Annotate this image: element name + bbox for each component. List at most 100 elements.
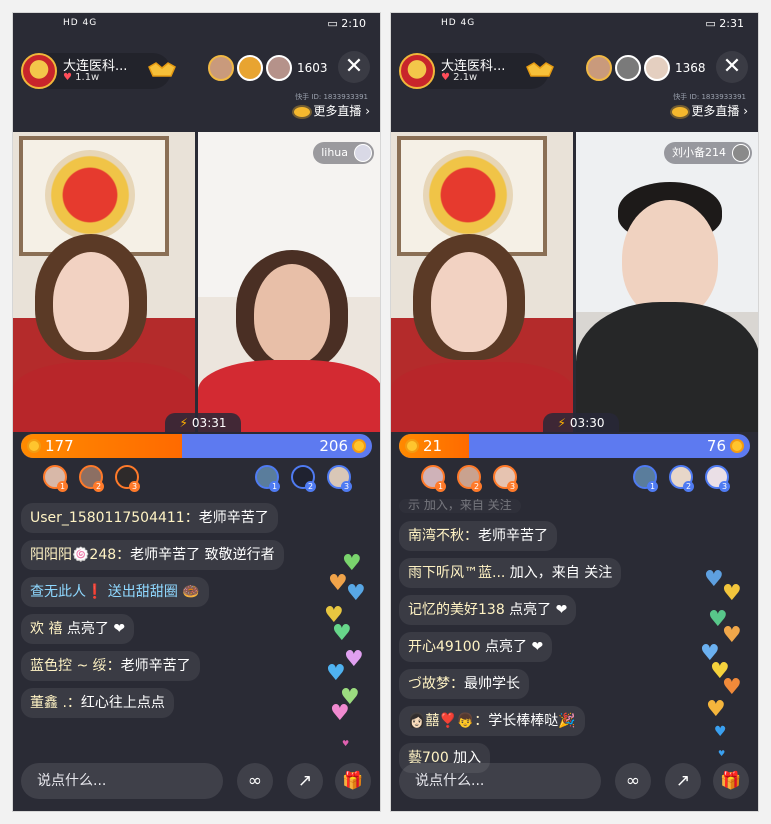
gift-button[interactable]: 🎁 xyxy=(335,763,371,799)
chat-message[interactable]: 董鑫 .：红心往上点点 xyxy=(21,688,174,718)
pk-bolt-icon: ⚡ xyxy=(557,416,566,430)
battery-icon: ▭ xyxy=(705,17,720,30)
heart-icon: ♥ xyxy=(332,621,352,646)
viewer-avatar[interactable] xyxy=(615,55,641,81)
coin-icon xyxy=(352,439,366,453)
link-mic-icon: ∞ xyxy=(247,771,263,791)
left-screenshot: HD 4G ▭ 2:10 大连医科... ♥ 1.1w 1603 ✕ 快手 ID… xyxy=(12,12,381,812)
status-time: ▭ 2:31 xyxy=(705,17,744,30)
heart-icon: ♥ xyxy=(704,567,724,592)
rank-avatar[interactable]: 1 xyxy=(255,465,280,492)
gift-button[interactable]: 🎁 xyxy=(713,763,749,799)
emblem-image xyxy=(45,150,135,240)
pk-right-score: 76 xyxy=(706,437,726,455)
chat-message[interactable]: 开心49100 点亮了 ❤ xyxy=(399,632,553,662)
comment-input[interactable] xyxy=(21,763,223,799)
rank-avatar[interactable]: 2 xyxy=(457,465,482,492)
rank-avatar[interactable]: 3 xyxy=(493,465,518,492)
chat-message[interactable]: づ故梦：最帅学长 xyxy=(399,669,529,699)
rank-avatar[interactable]: 3 xyxy=(327,465,352,492)
share-icon: ↗ xyxy=(675,771,691,791)
chat-message[interactable]: 查无此人❗ 送出甜甜圈 🍩 xyxy=(21,577,209,607)
rank-avatar[interactable]: 3 xyxy=(115,465,140,492)
pk-right-score: 206 xyxy=(319,437,348,455)
more-live-link[interactable]: 更多直播 › xyxy=(672,102,748,119)
chat-message[interactable]: 雨下听风™蓝... 加入，来自 关注 xyxy=(399,558,622,588)
heart-icon: ♥ xyxy=(722,675,742,700)
rank-avatar[interactable]: 1 xyxy=(43,465,68,492)
heart-icon: ♥ xyxy=(330,701,350,726)
partner-camera: lihua xyxy=(198,132,380,432)
host-camera xyxy=(13,132,195,432)
chat-message-faded: 示 加入，来自 关注 xyxy=(399,499,521,513)
link-mic-button[interactable]: ∞ xyxy=(237,763,273,799)
follow-handshake-icon[interactable] xyxy=(525,61,555,79)
partner-name-tag[interactable]: lihua xyxy=(313,142,374,164)
heart-icon: ♥ xyxy=(346,581,366,606)
status-bar: HD 4G ▭ 2:10 xyxy=(13,13,380,35)
right-screenshot: HD 4G ▭ 2:31 大连医科... ♥ 2.1w 1368 ✕ 快手 ID… xyxy=(390,12,759,812)
follow-handshake-icon[interactable] xyxy=(147,61,177,79)
pk-left-score: 21 xyxy=(423,437,443,455)
host-face xyxy=(53,252,129,352)
heart-icon: ♥ xyxy=(63,72,72,83)
bottom-bar: ∞ ↗ 🎁 xyxy=(13,761,380,801)
heart-icon: ♥ xyxy=(342,739,350,748)
rank-avatar[interactable]: 2 xyxy=(669,465,694,492)
pk-score-bar: 177 206 xyxy=(21,434,372,458)
host-card[interactable]: 大连医科... ♥ 2.1w xyxy=(399,53,554,89)
host-avatar[interactable] xyxy=(21,53,57,89)
rank-avatar[interactable]: 3 xyxy=(705,465,730,492)
host-card[interactable]: 大连医科... ♥ 1.1w xyxy=(21,53,176,89)
pk-score-bar: 21 76 xyxy=(399,434,750,458)
viewer-avatar[interactable] xyxy=(586,55,612,81)
share-button[interactable]: ↗ xyxy=(665,763,701,799)
heart-icon: ♥ xyxy=(706,697,726,722)
viewer-avatar[interactable] xyxy=(644,55,670,81)
chat-message[interactable]: 欢 禧 点亮了 ❤ xyxy=(21,614,135,644)
partner-avatar xyxy=(354,144,372,162)
chat-message[interactable]: 蓝色控 ~ 绥：老师辛苦了 xyxy=(21,651,200,681)
host-avatar[interactable] xyxy=(399,53,435,89)
heart-icon: ♥ xyxy=(722,623,742,648)
chat-message[interactable]: 👩🏻囍❣️👦：学长棒棒哒🎉 xyxy=(399,706,585,736)
comment-input[interactable] xyxy=(399,763,601,799)
chat-message[interactable]: 南湾不秋：老师辛苦了 xyxy=(399,521,557,551)
share-icon: ↗ xyxy=(297,771,313,791)
host-likes: ♥ 1.1w xyxy=(63,72,100,83)
viewer-count[interactable]: 1368 xyxy=(675,61,706,75)
signal-icons: HD 4G xyxy=(63,18,98,28)
heart-icon: ♥ xyxy=(714,724,727,740)
host-likes: ♥ 2.1w xyxy=(441,72,478,83)
host-face xyxy=(431,252,507,352)
viewer-avatar[interactable] xyxy=(208,55,234,81)
rank-avatar[interactable]: 1 xyxy=(421,465,446,492)
close-button[interactable]: ✕ xyxy=(338,51,370,83)
chat-message[interactable]: 记忆的美好138 点亮了 ❤ xyxy=(399,595,577,625)
heart-icon: ♥ xyxy=(344,647,364,672)
viewer-avatar[interactable] xyxy=(237,55,263,81)
heart-icon: ♥ xyxy=(328,571,348,596)
rank-avatar[interactable]: 1 xyxy=(633,465,658,492)
close-button[interactable]: ✕ xyxy=(716,51,748,83)
bottom-bar: ∞ ↗ 🎁 xyxy=(391,761,758,801)
chat-message[interactable]: 阳阳阳🍥248：老师辛苦了 致敬逆行者 xyxy=(21,540,284,570)
partner-name-tag[interactable]: 刘小备214 xyxy=(664,142,752,164)
rank-avatar[interactable]: 2 xyxy=(79,465,104,492)
floating-hearts: ♥ ♥ ♥ ♥ ♥ ♥ ♥ ♥ ♥ ♥ xyxy=(700,553,750,759)
partner-avatar xyxy=(732,144,750,162)
status-bar: HD 4G ▭ 2:31 xyxy=(391,13,758,35)
link-mic-button[interactable]: ∞ xyxy=(615,763,651,799)
viewer-count[interactable]: 1603 xyxy=(297,61,328,75)
pk-contributors: 1 2 3 1 2 3 xyxy=(391,465,758,495)
chat-message[interactable]: User_1580117504411：老师辛苦了 xyxy=(21,503,278,533)
signal-icons: HD 4G xyxy=(441,18,476,28)
rank-avatar[interactable]: 2 xyxy=(291,465,316,492)
live-header: 大连医科... ♥ 2.1w 1368 ✕ 快手 ID: 1833933391 … xyxy=(391,51,758,118)
pk-video-area: 刘小备214 ⚡ 03:30 xyxy=(391,132,758,433)
link-mic-icon: ∞ xyxy=(625,771,641,791)
viewer-avatar[interactable] xyxy=(266,55,292,81)
more-live-link[interactable]: 更多直播 › xyxy=(294,102,370,119)
close-icon: ✕ xyxy=(722,54,742,79)
share-button[interactable]: ↗ xyxy=(287,763,323,799)
